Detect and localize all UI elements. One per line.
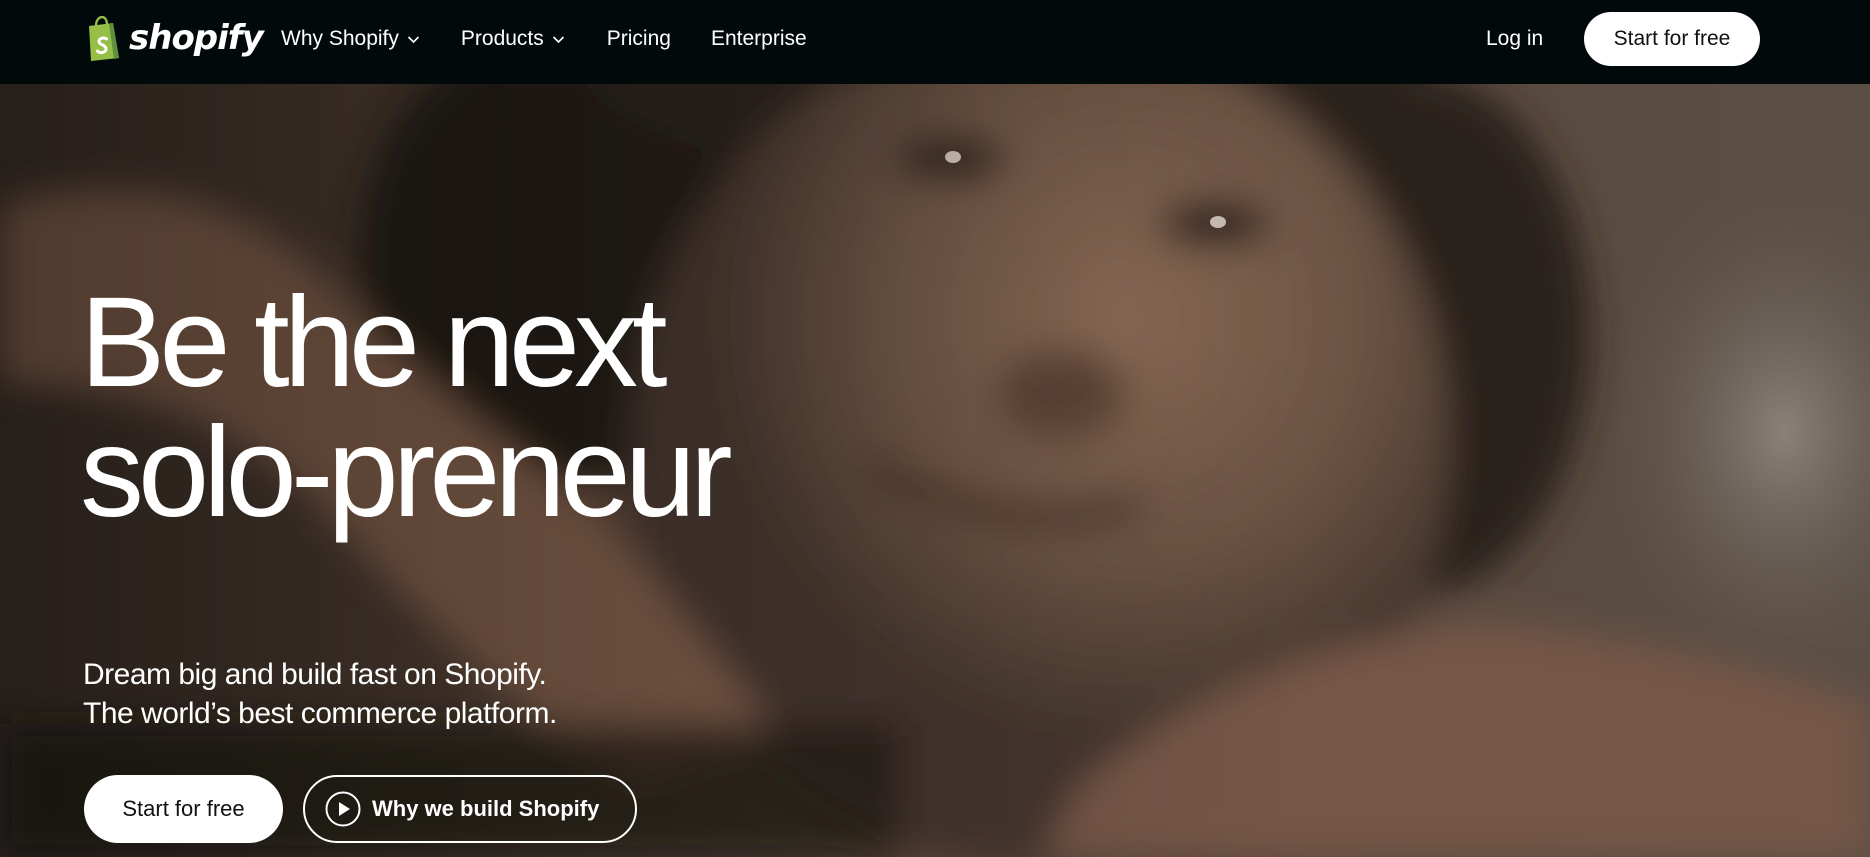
hero-headline: Be the next solo-preneur xyxy=(80,271,733,544)
main-menu: Why Shopify Products Pricing Enterprise xyxy=(281,0,807,78)
shopify-logo[interactable]: shopify xyxy=(83,16,264,62)
chevron-down-icon xyxy=(407,35,419,43)
start-free-hero-button[interactable]: Start for free xyxy=(84,775,283,843)
nav-pricing-label: Pricing xyxy=(606,27,671,50)
hero-section: Be the next solo-preneur Dream big and b… xyxy=(0,84,1870,857)
hero-subheading: Dream big and build fast on Shopify. The… xyxy=(83,655,557,733)
why-we-build-video-button[interactable]: Why we build Shopify xyxy=(303,775,637,843)
chevron-down-icon xyxy=(552,35,564,43)
login-link[interactable]: Log in xyxy=(1486,0,1543,78)
hero-subheading-line-1: Dream big and build fast on Shopify. xyxy=(83,658,547,691)
play-icon xyxy=(325,791,361,827)
shopify-bag-logo-icon xyxy=(89,16,119,61)
nav-why-shopify-label: Why Shopify xyxy=(281,27,399,50)
start-free-nav-button[interactable]: Start for free xyxy=(1584,12,1760,66)
hero-subheading-line-2: The world’s best commerce platform. xyxy=(83,697,557,730)
nav-enterprise[interactable]: Enterprise xyxy=(711,27,807,51)
hero-headline-line-1: Be the next xyxy=(80,271,668,414)
nav-products-label: Products xyxy=(460,27,544,50)
top-nav: shopify Why Shopify Products Pricing Ent… xyxy=(0,0,1870,84)
nav-enterprise-label: Enterprise xyxy=(710,27,807,50)
nav-pricing[interactable]: Pricing xyxy=(607,27,671,51)
nav-why-shopify[interactable]: Why Shopify xyxy=(281,27,420,51)
why-we-build-label: Why we build Shopify xyxy=(372,796,600,821)
hero-headline-line-2: solo-preneur xyxy=(80,401,733,544)
brand-name: shopify xyxy=(129,18,264,58)
nav-products[interactable]: Products xyxy=(461,27,565,51)
page: shopify Why Shopify Products Pricing Ent… xyxy=(0,0,1870,857)
